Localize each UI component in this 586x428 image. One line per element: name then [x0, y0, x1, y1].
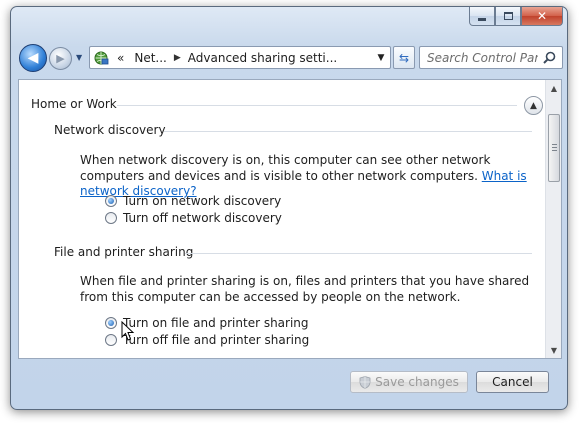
scrollbar-grip [552, 147, 557, 148]
radio-button-checked[interactable] [105, 195, 117, 207]
radio-label: Turn on network discovery [123, 194, 282, 208]
search-input[interactable] [420, 48, 538, 67]
caption-buttons: ✕ [469, 7, 563, 26]
network-discovery-description: When network discovery is on, this compu… [80, 153, 530, 200]
collapse-button[interactable]: ▲ [524, 96, 543, 115]
section-title-file-printer-sharing: File and printer sharing [54, 245, 194, 259]
address-overflow-chevron[interactable]: « [112, 47, 129, 68]
forward-button[interactable]: ▶ [49, 47, 72, 70]
control-panel-window: ✕ ◀ ▶ ▼ « Net... ▶ Advanced sharing sett… [10, 6, 568, 410]
save-changes-button[interactable]: Save changes [350, 371, 468, 393]
radio-turn-on-file-printer-sharing[interactable]: Turn on file and printer sharing [105, 316, 309, 330]
back-button[interactable]: ◀ [19, 44, 47, 72]
radio-label: Turn off file and printer sharing [123, 333, 310, 347]
history-dropdown-icon[interactable]: ▼ [76, 53, 82, 62]
radio-label: Turn on file and printer sharing [123, 316, 309, 330]
settings-content: Home or Work ▲ Network discovery When ne… [18, 79, 562, 359]
navigation-bar: ◀ ▶ ▼ « Net... ▶ Advanced sharing setti.… [17, 41, 563, 73]
mouse-pointer-icon [121, 321, 135, 341]
network-discovery-description-text: When network discovery is on, this compu… [80, 153, 491, 183]
breadcrumb-advanced-sharing[interactable]: Advanced sharing setti... [183, 47, 342, 68]
radio-button[interactable] [105, 334, 117, 346]
maximize-icon [503, 12, 513, 20]
scroll-down-arrow-icon[interactable]: ▼ [546, 342, 561, 358]
radio-button[interactable] [105, 212, 117, 224]
minimize-icon [478, 17, 486, 21]
uac-shield-icon [359, 375, 371, 389]
radio-label: Turn off network discovery [123, 211, 282, 225]
scrollbar-grip [552, 144, 557, 145]
minimize-button[interactable] [469, 7, 495, 26]
address-bar[interactable]: « Net... ▶ Advanced sharing setti... ▼ [89, 46, 391, 69]
close-button[interactable]: ✕ [521, 7, 563, 26]
breadcrumb-separator-icon[interactable]: ▶ [172, 53, 183, 63]
scrollbar-grip [552, 150, 557, 151]
section-title-network-discovery: Network discovery [54, 123, 166, 137]
section-divider [185, 253, 532, 254]
group-header-home-work: Home or Work [31, 97, 117, 111]
cancel-button[interactable]: Cancel [476, 371, 549, 393]
file-printer-sharing-description: When file and printer sharing is on, fil… [80, 274, 530, 304]
network-globe-icon [90, 47, 112, 68]
vertical-scrollbar[interactable]: ▲ ▼ [545, 80, 561, 358]
address-dropdown-icon[interactable]: ▼ [372, 53, 390, 63]
scrollbar-thumb[interactable] [548, 114, 560, 182]
back-arrow-icon: ◀ [27, 50, 39, 66]
radio-turn-off-file-printer-sharing[interactable]: Turn off file and printer sharing [105, 333, 309, 347]
search-box[interactable] [419, 46, 563, 69]
group-divider [117, 105, 517, 106]
maximize-button[interactable] [495, 7, 521, 26]
radio-button-checked[interactable] [105, 317, 117, 329]
close-icon: ✕ [536, 9, 548, 23]
cancel-label: Cancel [492, 375, 533, 389]
scroll-up-arrow-icon[interactable]: ▲ [546, 80, 561, 96]
command-bar: Save changes Cancel [11, 361, 567, 409]
search-icon[interactable] [538, 51, 560, 64]
radio-turn-on-network-discovery[interactable]: Turn on network discovery [105, 194, 281, 208]
forward-arrow-icon: ▶ [56, 52, 65, 65]
breadcrumb-network[interactable]: Net... [129, 47, 172, 68]
chevron-up-icon: ▲ [530, 100, 537, 111]
save-changes-label: Save changes [375, 375, 459, 389]
refresh-button[interactable]: ⇆ [393, 46, 415, 69]
refresh-icon: ⇆ [398, 50, 410, 65]
radio-turn-off-network-discovery[interactable]: Turn off network discovery [105, 211, 282, 225]
section-divider [164, 131, 532, 132]
